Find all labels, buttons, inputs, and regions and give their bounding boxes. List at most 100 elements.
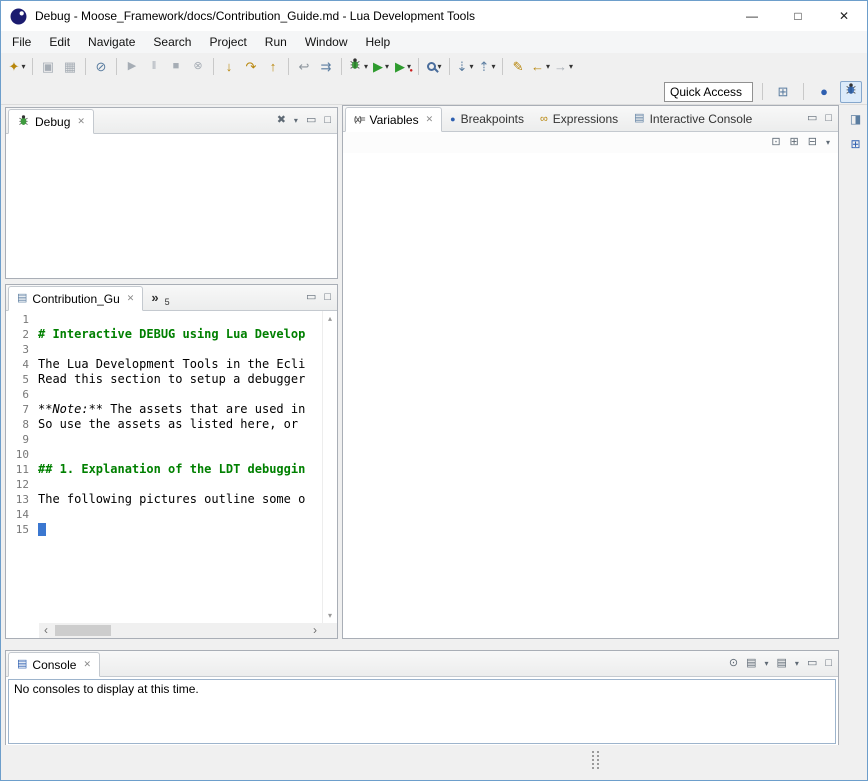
toolbar-separator (213, 58, 214, 75)
menu-project[interactable]: Project (200, 32, 255, 52)
view-menu-icon[interactable]: ▾ (294, 117, 298, 125)
tab-console-label: Console (32, 658, 76, 672)
step-into-button[interactable]: ↓ (218, 55, 240, 77)
next-annotation-icon: ⇣ (457, 60, 468, 73)
console-output-area[interactable]: No consoles to display at this time. (8, 679, 836, 744)
suspend-button[interactable]: ‖ (143, 55, 165, 77)
use-step-filters-button[interactable]: ⇉ (315, 55, 337, 77)
editor-vertical-scrollbar[interactable]: ▴ ▾ (322, 311, 337, 623)
previous-annotation-button[interactable]: ⇡ ▾ (476, 55, 498, 77)
collapse-all-icon[interactable]: ⊟ (808, 137, 817, 148)
minimize-view-icon[interactable]: ▭ (306, 115, 316, 126)
minimize-view-icon[interactable]: ▭ (306, 292, 316, 303)
open-perspective-icon: ⊞ (778, 85, 789, 98)
forward-button[interactable]: → ▾ (552, 55, 575, 77)
show-logical-structure-icon[interactable]: ⊞ (790, 137, 799, 148)
last-edit-location-button[interactable]: ✎ (507, 55, 529, 77)
menu-navigate[interactable]: Navigate (79, 32, 144, 52)
sash-debug-editor[interactable] (5, 279, 338, 284)
skip-breakpoints-button[interactable]: ⊘ (90, 55, 112, 77)
scroll-up-icon[interactable]: ▴ (328, 314, 332, 323)
dropdown-caret-icon[interactable]: ▾ (795, 660, 799, 668)
tab-breakpoints[interactable]: ● Breakpoints (442, 106, 532, 131)
maximize-view-icon[interactable]: □ (324, 115, 331, 126)
line-text (38, 522, 46, 537)
dropdown-caret-icon: ▾ (364, 62, 368, 71)
scroll-right-icon[interactable]: › (308, 623, 322, 638)
search-button[interactable]: ▾ (423, 55, 445, 77)
tab-interactive-console-label: Interactive Console (650, 112, 753, 126)
scrollbar-thumb[interactable] (55, 625, 111, 636)
editor-text-area[interactable]: 1 2 # Interactive DEBUG using Lua Develo… (6, 311, 322, 623)
tab-variables[interactable]: (x)= Variables ✕ (345, 107, 442, 132)
markdown-file-icon: ▤ (17, 293, 27, 304)
dropdown-caret-icon[interactable]: ▾ (765, 660, 769, 668)
new-wizard-button[interactable]: ✦ ▾ (6, 55, 28, 77)
next-annotation-button[interactable]: ⇣ ▾ (454, 55, 476, 77)
back-button[interactable]: ← ▾ (529, 55, 552, 77)
menu-window[interactable]: Window (296, 32, 357, 52)
editor-horizontal-scrollbar[interactable]: ‹ › (39, 623, 322, 638)
debug-perspective-button[interactable] (840, 81, 862, 103)
close-tab-icon[interactable]: ✕ (426, 114, 434, 125)
menu-help[interactable]: Help (357, 32, 400, 52)
lua-perspective-icon: ● (820, 85, 828, 98)
maximize-view-icon[interactable]: □ (324, 292, 331, 303)
show-type-names-icon[interactable]: ⊡ (771, 137, 780, 148)
minimize-view-icon[interactable]: ▭ (807, 113, 817, 124)
resume-button[interactable]: ▶ (121, 55, 143, 77)
disconnect-button[interactable]: ⊗ (187, 55, 209, 77)
display-selected-console-icon[interactable]: ▤ (746, 658, 756, 669)
minimize-window-button[interactable]: — (729, 1, 775, 31)
quick-access-field[interactable]: Quick Access (664, 82, 753, 102)
tab-debug[interactable]: Debug ✕ (8, 109, 94, 134)
maximize-view-icon[interactable]: □ (825, 658, 832, 669)
step-over-button[interactable]: ↷ (240, 55, 262, 77)
sash-editor-console[interactable] (5, 639, 839, 650)
maximize-view-icon[interactable]: □ (825, 113, 832, 124)
close-tab-icon[interactable]: ✕ (127, 293, 135, 304)
minimize-view-icon[interactable]: ▭ (807, 658, 817, 669)
save-button[interactable]: ▣ (37, 55, 59, 77)
tab-expressions[interactable]: ∞ Expressions (532, 106, 626, 131)
editor-tab-overflow[interactable]: »5 (143, 285, 177, 310)
tab-console[interactable]: ▤ Console ✕ (8, 652, 100, 677)
open-console-icon[interactable]: ▤ (777, 658, 787, 669)
menu-file[interactable]: File (3, 32, 40, 52)
scrollbar-track[interactable] (53, 623, 308, 638)
scroll-left-icon[interactable]: ‹ (39, 623, 53, 638)
restore-minimized-view-button[interactable]: ◨ (845, 108, 867, 130)
debug-button[interactable]: ▾ (346, 55, 370, 77)
menu-search[interactable]: Search (144, 32, 200, 52)
save-all-button[interactable]: ▦ (59, 55, 81, 77)
app-window: Debug - Moose_Framework/docs/Contributio… (0, 0, 868, 781)
status-trim-grip[interactable] (592, 751, 601, 770)
scroll-down-icon[interactable]: ▾ (328, 611, 332, 620)
external-tools-button[interactable]: ▶ ● ▾ (392, 55, 414, 77)
open-perspective-button[interactable]: ⊞ (772, 81, 794, 103)
sash-left-right[interactable] (338, 105, 342, 639)
forward-icon: → (554, 60, 567, 73)
close-tab-icon[interactable]: ✕ (83, 659, 91, 670)
menu-edit[interactable]: Edit (40, 32, 79, 52)
run-button[interactable]: ▶ ▾ (370, 55, 392, 77)
view-menu-icon[interactable]: ▾ (826, 139, 830, 147)
disconnect-icon: ⊗ (193, 61, 202, 72)
tab-interactive-console[interactable]: ▤ Interactive Console (626, 106, 760, 131)
close-window-button[interactable]: ✕ (821, 1, 867, 31)
drop-to-frame-button[interactable]: ↩ (293, 55, 315, 77)
restore-minimized-view-button[interactable]: ⊞ (845, 133, 867, 155)
breakpoints-view-icon: ● (450, 114, 455, 124)
remove-all-terminated-icon[interactable]: ✖ (277, 115, 286, 126)
pin-console-icon[interactable]: ⊙ (729, 658, 738, 669)
menu-run[interactable]: Run (256, 32, 296, 52)
code-line: 9 (6, 432, 322, 447)
close-tab-icon[interactable]: ✕ (77, 116, 85, 127)
step-return-button[interactable]: ↑ (262, 55, 284, 77)
maximize-window-button[interactable]: □ (775, 1, 821, 31)
tab-contribution-guide[interactable]: ▤ Contribution_Gu ✕ (8, 286, 143, 311)
lua-perspective-button[interactable]: ● (813, 81, 835, 103)
terminate-button[interactable]: ■ (165, 55, 187, 77)
variables-view-toolbar: ⊡ ⊞ ⊟ ▾ (343, 132, 838, 153)
console-message: No consoles to display at this time. (14, 682, 199, 696)
